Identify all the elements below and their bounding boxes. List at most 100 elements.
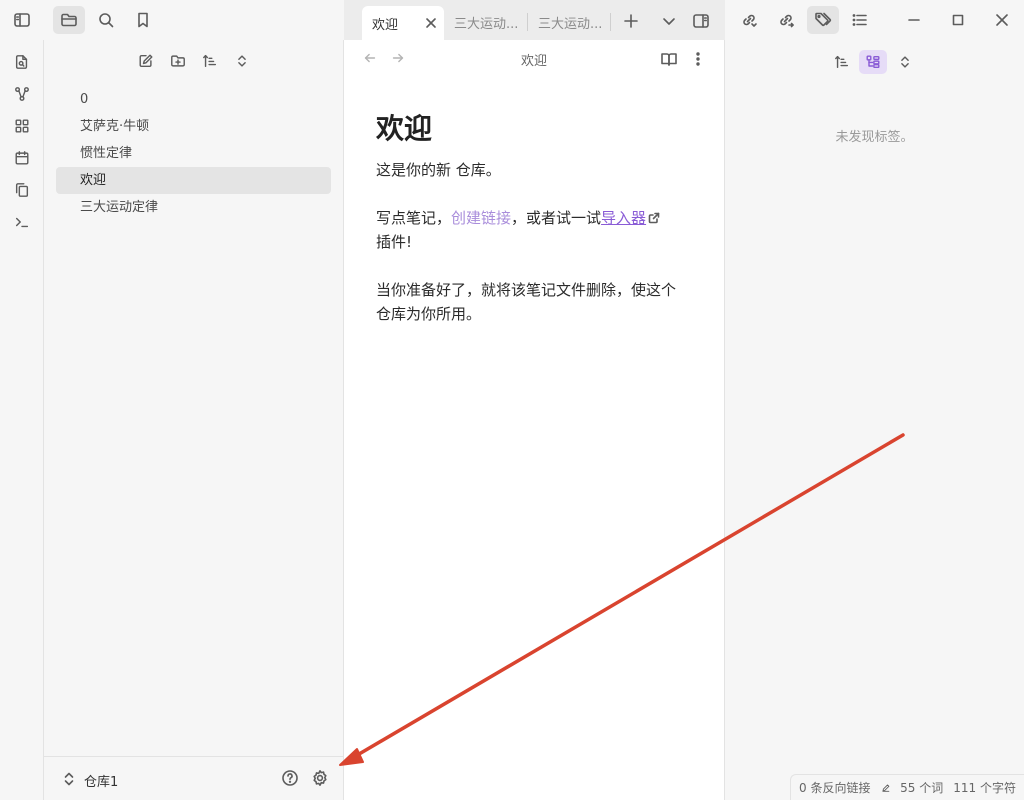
list-icon bbox=[852, 14, 867, 26]
tab-welcome[interactable]: 欢迎 bbox=[362, 6, 444, 40]
bookmark-icon bbox=[138, 12, 148, 28]
text-span: 插件! bbox=[376, 233, 413, 251]
tags-actions bbox=[725, 50, 1024, 76]
tab-label: 三大运动... bbox=[538, 16, 603, 32]
paragraph: 当你准备好了，就将该笔记文件删除，使这个仓库为你所用。 bbox=[376, 281, 677, 323]
sidebar-left-icon bbox=[14, 13, 30, 27]
minimize-window-button[interactable] bbox=[892, 0, 936, 40]
folder-icon bbox=[61, 13, 77, 27]
vault-switcher-button[interactable] bbox=[62, 770, 78, 788]
daily-note-button[interactable] bbox=[11, 147, 33, 169]
collapse-tags-button[interactable] bbox=[891, 50, 919, 74]
close-icon bbox=[996, 14, 1008, 26]
link-out-icon bbox=[780, 14, 794, 28]
file-tree: 0 艾萨克·牛顿 惯性定律 欢迎 三大运动定律 bbox=[56, 86, 331, 221]
close-icon[interactable] bbox=[424, 16, 438, 30]
search-tab-button[interactable] bbox=[90, 6, 122, 34]
tab-label: 欢迎 bbox=[372, 17, 399, 33]
empty-state-message: 未发现标签。 bbox=[835, 130, 914, 145]
graph-icon bbox=[15, 87, 29, 101]
status-bar: 0 条反向链接 55 个词 111 个字符 bbox=[790, 774, 1024, 800]
command-palette-button[interactable] bbox=[11, 211, 33, 233]
plus-icon bbox=[624, 14, 638, 28]
templates-button[interactable] bbox=[11, 179, 33, 201]
reading-view-button[interactable] bbox=[660, 50, 678, 68]
ribbon bbox=[0, 40, 44, 800]
right-titlebar bbox=[725, 0, 1024, 40]
file-search-icon bbox=[15, 55, 28, 69]
chevrons-up-down-icon bbox=[238, 55, 246, 67]
sort-icon bbox=[835, 55, 849, 69]
open-quick-switcher-button[interactable] bbox=[11, 51, 33, 73]
terminal-icon bbox=[15, 217, 29, 228]
minimize-icon bbox=[908, 19, 920, 21]
folder-plus-icon bbox=[171, 55, 185, 67]
explorer-actions bbox=[44, 50, 343, 72]
search-icon bbox=[99, 13, 114, 28]
gear-icon bbox=[313, 770, 327, 786]
chevron-down-icon bbox=[663, 18, 675, 25]
editor-pane: 欢迎 欢迎 这是你的新 仓库。 写点笔记，创建链接，或者试一试导入器 插件! 当你… bbox=[344, 40, 725, 800]
layout-dashboard-icon bbox=[15, 119, 29, 133]
tags-tab-button[interactable] bbox=[807, 6, 839, 34]
new-tab-button[interactable] bbox=[620, 10, 642, 32]
show-nested-tags-button[interactable] bbox=[859, 50, 887, 74]
word-count: 55 个词 bbox=[900, 781, 944, 795]
file-item-active[interactable]: 欢迎 bbox=[56, 167, 331, 194]
note-content[interactable]: 欢迎 这是你的新 仓库。 写点笔记，创建链接，或者试一试导入器 插件! 当你准备好… bbox=[376, 112, 688, 350]
edit-icon bbox=[139, 54, 153, 68]
outgoing-links-tab-button[interactable] bbox=[770, 6, 802, 34]
pencil-icon[interactable] bbox=[882, 781, 890, 795]
new-folder-button[interactable] bbox=[167, 50, 189, 72]
internal-link[interactable]: 创建链接 bbox=[451, 209, 511, 227]
tab-laws-of-motion-2[interactable]: 三大运动... bbox=[528, 7, 608, 37]
tab-label: 三大运动... bbox=[454, 16, 519, 32]
vault-name[interactable]: 仓库1 bbox=[84, 771, 118, 790]
sidebar-right-icon bbox=[693, 14, 709, 28]
new-note-button[interactable] bbox=[135, 50, 157, 72]
file-item[interactable]: 惯性定律 bbox=[56, 140, 331, 167]
view-header: 欢迎 bbox=[344, 40, 724, 78]
sort-icon bbox=[203, 54, 217, 68]
more-vertical-icon bbox=[696, 52, 700, 66]
tab-list-button[interactable] bbox=[658, 10, 680, 32]
backlinks-count[interactable]: 0 条反向链接 bbox=[799, 779, 870, 796]
right-sidebar: 未发现标签。 bbox=[725, 40, 1024, 800]
settings-button[interactable] bbox=[311, 769, 329, 787]
text-span: 写点笔记， bbox=[376, 209, 452, 227]
more-options-button[interactable] bbox=[689, 50, 707, 68]
file-item[interactable]: 0 bbox=[56, 86, 331, 113]
help-circle-icon bbox=[282, 770, 298, 786]
chevrons-up-down-icon bbox=[64, 772, 74, 786]
sort-button[interactable] bbox=[199, 50, 221, 72]
outline-tab-button[interactable] bbox=[844, 6, 876, 34]
backlinks-tab-button[interactable] bbox=[733, 6, 765, 34]
sidebar-toggle-button[interactable] bbox=[6, 6, 38, 34]
maximize-window-button[interactable] bbox=[936, 0, 980, 40]
help-button[interactable] bbox=[281, 769, 299, 787]
tags-sort-button[interactable] bbox=[828, 50, 856, 74]
tab-laws-of-motion[interactable]: 三大运动... bbox=[444, 7, 524, 37]
calendar-icon bbox=[15, 151, 29, 165]
tags-icon bbox=[815, 12, 832, 27]
right-sidebar-toggle-button[interactable] bbox=[690, 10, 712, 32]
maximize-icon bbox=[952, 14, 964, 26]
vault-bar: 仓库1 bbox=[44, 756, 343, 800]
canvas-button[interactable] bbox=[11, 115, 33, 137]
file-explorer: 0 艾萨克·牛顿 惯性定律 欢迎 三大运动定律 仓库1 bbox=[44, 40, 344, 800]
text-span: ，或者试一试 bbox=[511, 209, 602, 227]
file-item[interactable]: 艾萨克·牛顿 bbox=[56, 113, 331, 140]
close-window-button[interactable] bbox=[980, 0, 1024, 40]
copy-icon bbox=[15, 183, 29, 197]
paragraph: 写点笔记，创建链接，或者试一试导入器插件! bbox=[376, 206, 688, 254]
file-explorer-tab-button[interactable] bbox=[53, 6, 85, 34]
note-title: 欢迎 bbox=[376, 112, 433, 145]
bookmarks-tab-button[interactable] bbox=[127, 6, 159, 34]
character-count: 111 个字符 bbox=[953, 781, 1016, 795]
external-link[interactable]: 导入器 bbox=[601, 209, 646, 227]
collapse-all-button[interactable] bbox=[231, 50, 253, 72]
book-open-icon bbox=[661, 53, 677, 66]
file-item[interactable]: 三大运动定律 bbox=[56, 194, 331, 221]
tab-bar: 欢迎 三大运动... 三大运动... bbox=[344, 0, 725, 40]
graph-view-button[interactable] bbox=[11, 83, 33, 105]
